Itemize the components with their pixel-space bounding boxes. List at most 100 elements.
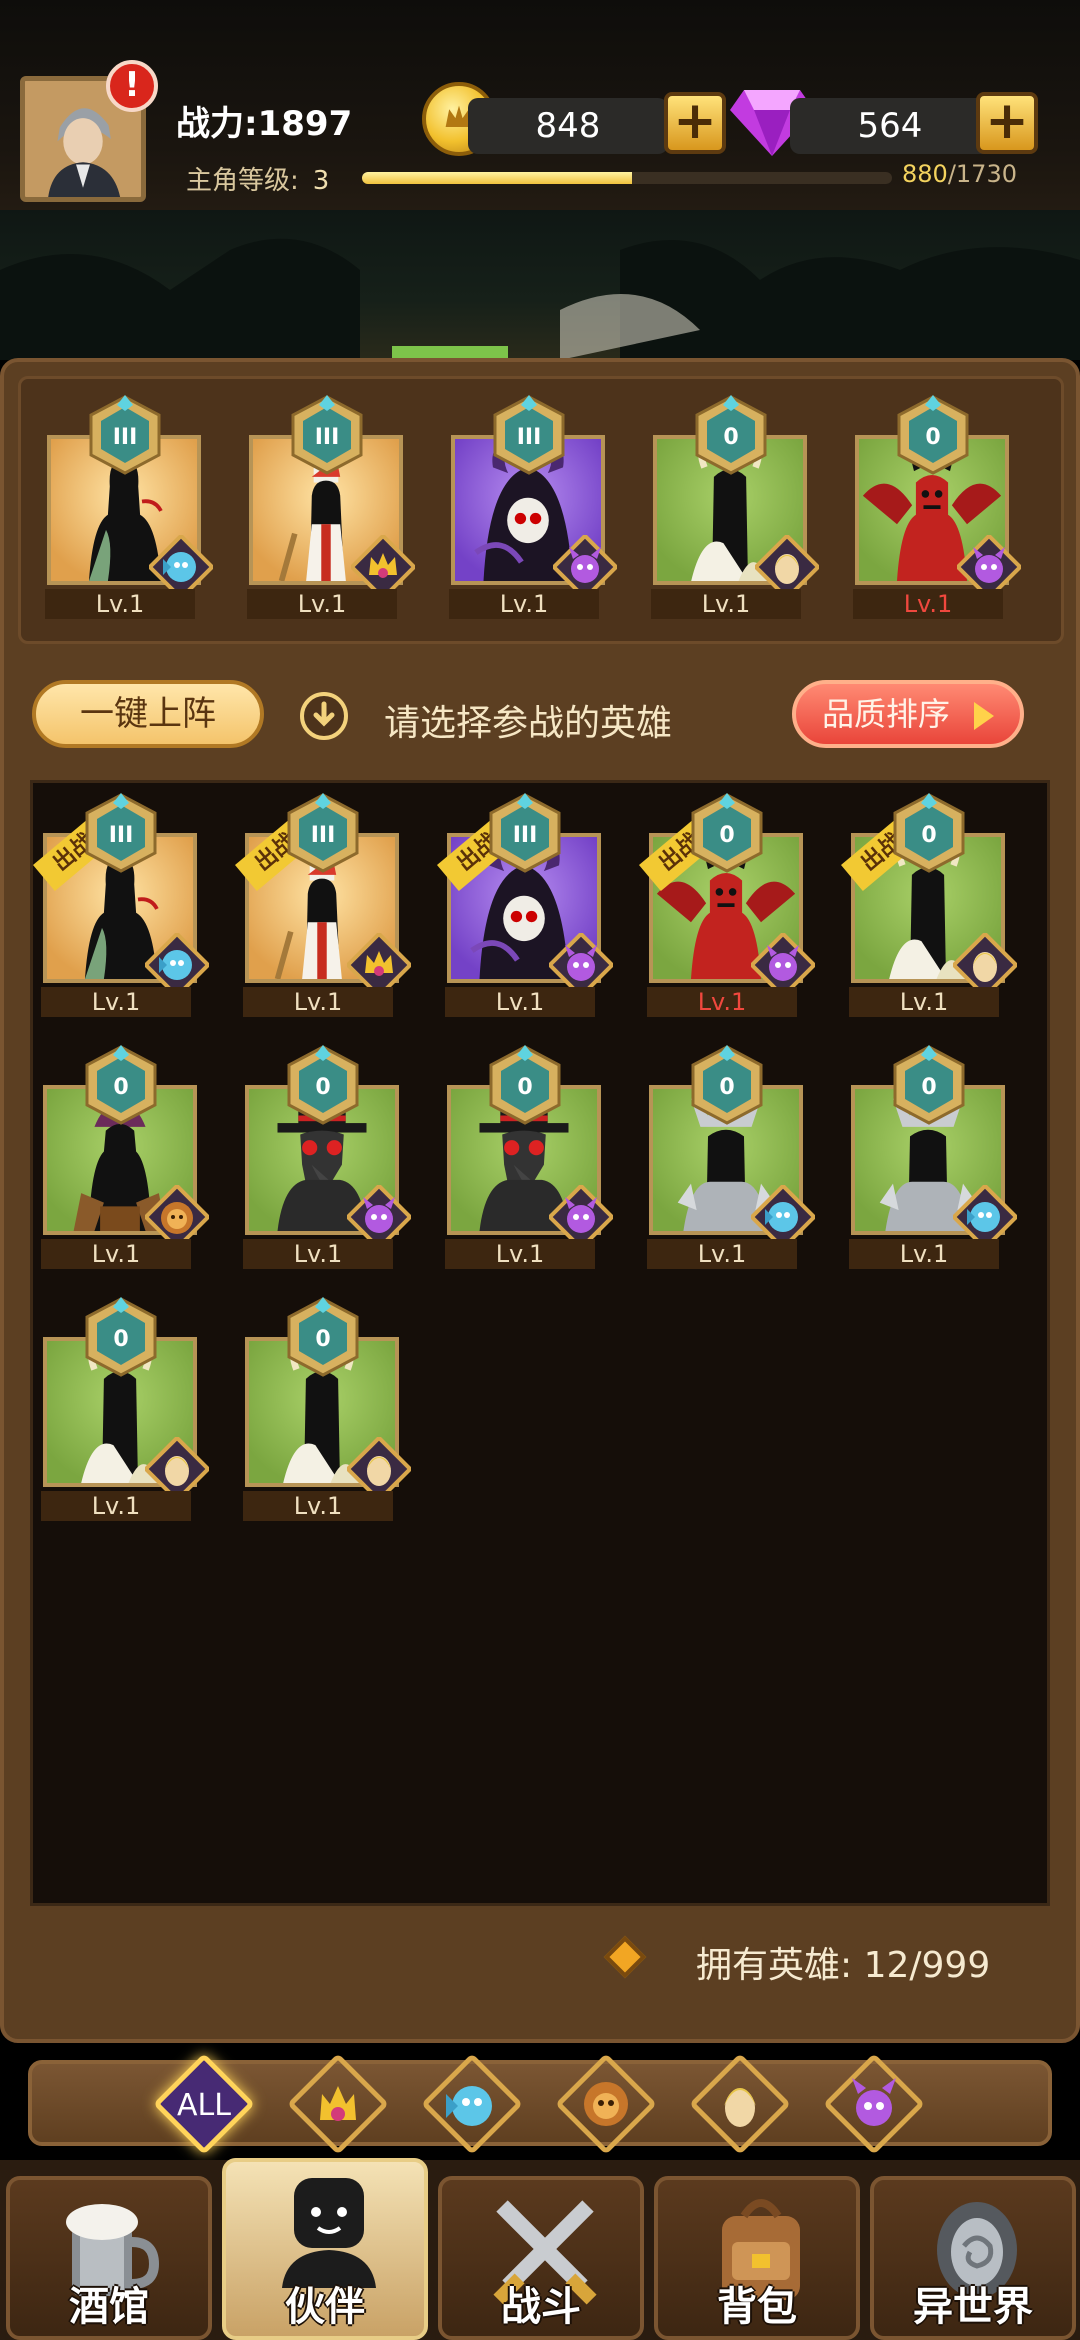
add-coins-button[interactable]: + (664, 92, 726, 154)
filter-demon-faction[interactable] (823, 2053, 925, 2155)
rank-label: 0 (517, 1075, 532, 1100)
hero-level: Lv.1 (849, 987, 999, 1017)
rank-badge-icon: III (89, 395, 161, 475)
xp-total: /1730 (947, 160, 1017, 188)
gem-amount: 564 (790, 98, 990, 154)
hero-level: Lv.1 (445, 1239, 595, 1269)
roster-hero-card[interactable]: 出战中 0 Lv.1 (639, 783, 815, 1023)
hero-level: Lv.1 (445, 987, 595, 1017)
rank-badge-icon: 0 (691, 793, 763, 873)
roster-hero-card[interactable]: 0 Lv.1 (39, 1287, 209, 1527)
rank-badge-icon: III (493, 395, 565, 475)
play-arrow-icon (974, 702, 994, 730)
hero-level: Lv.1 (41, 987, 191, 1017)
owned-heroes: 拥有英雄: 12/999 (696, 1936, 990, 1988)
rank-badge-icon: III (85, 793, 157, 873)
companion-icon (282, 2178, 376, 2288)
one-key-deploy-button[interactable]: 一键上阵 (32, 680, 264, 748)
rank-label: 0 (315, 1075, 330, 1100)
alert-badge[interactable]: ! (106, 60, 158, 112)
rank-badge-icon: 0 (893, 1045, 965, 1125)
rank-label: 0 (921, 823, 936, 848)
forest-silhouette (0, 238, 1080, 360)
lineup-slot-hero-card[interactable]: 0 Lv.1 (649, 385, 819, 625)
roster-hero-card[interactable]: 0 Lv.1 (241, 1287, 411, 1527)
hero-level: Lv.1 (243, 1491, 393, 1521)
hero-level: Lv.1 (647, 987, 797, 1017)
roster-hero-card[interactable]: 0 Lv.1 (39, 1035, 209, 1275)
roster-hero-card[interactable]: 出战中 0 Lv.1 (841, 783, 1017, 1023)
rank-badge-icon: 0 (85, 1297, 157, 1377)
xp-current: 880 (902, 160, 948, 188)
hero-level: Lv.1 (243, 1239, 393, 1269)
hero-level: Lv.1 (647, 1239, 797, 1269)
hero-level: Lv.1 (247, 589, 397, 619)
nav-tab-companion[interactable]: 伙伴 (222, 2158, 428, 2340)
roster-hero-card[interactable]: 0 Lv.1 (443, 1035, 613, 1275)
elf-faction-icon (724, 2088, 756, 2127)
nav-tab-portal[interactable]: 异世界 (870, 2176, 1076, 2340)
filter-lion-faction[interactable] (555, 2053, 657, 2155)
rank-label: 0 (719, 823, 734, 848)
rank-badge-icon: 0 (287, 1045, 359, 1125)
add-gems-button[interactable]: + (976, 92, 1038, 154)
rank-label: 0 (921, 1075, 936, 1100)
rank-label: 0 (113, 1327, 128, 1352)
rank-label: 0 (723, 425, 738, 450)
filter-elf-faction[interactable] (689, 2053, 791, 2155)
player-level-value: 3 (312, 166, 330, 196)
lineup-slot-hero-card[interactable]: III Lv.1 (43, 385, 213, 625)
rank-label: 0 (315, 1327, 330, 1352)
xp-bar (362, 172, 892, 184)
rank-badge-icon: 0 (893, 793, 965, 873)
rank-badge-icon: III (287, 793, 359, 873)
hero-roster: 出战中 III Lv.1 出战中 III Lv.1 出战中 III Lv.1 出战中 0 Lv.1 出战… (30, 780, 1050, 1906)
crown-faction-icon (320, 2086, 356, 2121)
rank-label: 0 (113, 1075, 128, 1100)
lineup-slot-hero-card[interactable]: 0 Lv.1 (851, 385, 1021, 625)
select-hero-hint: 请选择参战的英雄 (384, 703, 673, 744)
rank-label: 0 (719, 1075, 734, 1100)
fish-faction-icon (446, 2086, 492, 2126)
rank-badge-icon: III (291, 395, 363, 475)
hero-level: Lv.1 (41, 1239, 191, 1269)
nav-tab-label: 背包 (717, 2284, 797, 2330)
hero-level: Lv.1 (853, 589, 1003, 619)
player-level: 主角等级: 3 (186, 160, 329, 197)
nav-tab-backpack[interactable]: 背包 (654, 2176, 860, 2340)
xp-text: 880/1730 (902, 160, 1017, 188)
lineup-slot-hero-card[interactable]: III Lv.1 (447, 385, 617, 625)
hero-level: Lv.1 (449, 589, 599, 619)
roster-hero-card[interactable]: 0 Lv.1 (645, 1035, 815, 1275)
roster-hero-card[interactable]: 0 Lv.1 (241, 1035, 411, 1275)
lineup-slots: III Lv.1 III Lv.1 III Lv.1 0 Lv.1 0 Lv.1 (18, 376, 1064, 644)
rank-label: III (311, 823, 336, 848)
player-level-label: 主角等级: (186, 166, 299, 196)
coin-amount: 848 (468, 98, 668, 154)
demon-faction-icon (852, 2078, 896, 2126)
quality-sort-button[interactable]: 品质排序 (792, 680, 1024, 748)
hero-level: Lv.1 (243, 987, 393, 1017)
rank-badge-icon: 0 (85, 1045, 157, 1125)
rank-label: III (109, 823, 134, 848)
roster-hero-card[interactable]: 出战中 III Lv.1 (33, 783, 209, 1023)
rank-label: III (113, 425, 138, 450)
quality-sort-label: 品质排序 (822, 695, 951, 733)
scene-background (0, 210, 1080, 360)
filter-crown-faction[interactable] (287, 2053, 389, 2155)
nav-tab-beer-mug[interactable]: 酒馆 (6, 2176, 212, 2340)
rank-badge-icon: 0 (489, 1045, 561, 1125)
filter-all[interactable]: ALL (153, 2053, 255, 2155)
lineup-slot-hero-card[interactable]: III Lv.1 (245, 385, 415, 625)
roster-hero-card[interactable]: 出战中 III Lv.1 (437, 783, 613, 1023)
rank-badge-icon: III (489, 793, 561, 873)
hero-level: Lv.1 (45, 589, 195, 619)
filter-fish-faction[interactable] (421, 2053, 523, 2155)
hero-level: Lv.1 (849, 1239, 999, 1269)
download-arrow-icon (300, 692, 348, 740)
nav-tab-crossed-swords[interactable]: 战斗 (438, 2176, 644, 2340)
roster-hero-card[interactable]: 出战中 III Lv.1 (235, 783, 411, 1023)
hero-level: Lv.1 (41, 1491, 191, 1521)
roster-hero-card[interactable]: 0 Lv.1 (847, 1035, 1017, 1275)
rank-label: III (517, 425, 542, 450)
